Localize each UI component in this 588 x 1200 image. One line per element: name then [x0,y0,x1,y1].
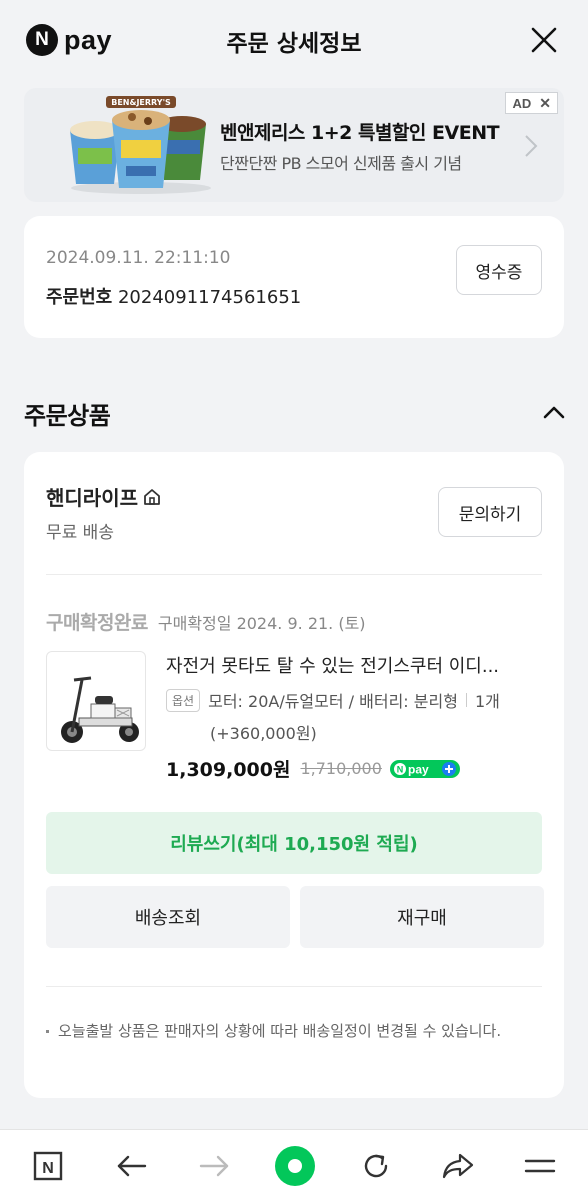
seller-name-text: 핸디라이프 [46,486,138,510]
track-delivery-button[interactable]: 배송조회 [46,886,290,948]
section-title: 주문상품 [24,402,111,430]
shipping-notice: 오늘출발 상품은 판매자의 상황에 따라 배송일정이 변경될 수 있습니다. [46,1017,542,1045]
receipt-button[interactable]: 영수증 [456,245,542,295]
option-text: 모터: 20A/듀얼모터 / 배터리: 분리형 [208,692,458,711]
share-icon[interactable] [438,1146,478,1186]
write-review-button[interactable]: 리뷰쓰기(최대 10,150원 적립) [46,812,542,874]
svg-text:N: N [397,764,404,774]
top-header: N pay 주문 상세정보 [0,0,588,80]
order-number-value: 2024091174561651 [117,287,302,308]
ad-banner[interactable]: BEN&JERRY'S 벤앤제리스 1+2 특별할인 EVENT 단짠단짠 PB… [24,88,564,202]
home-icon [144,488,160,505]
order-datetime: 2024.09.11. 22:11:10 [46,248,231,268]
status-date: 구매확정일 2024. 9. 21. (토) [157,614,366,633]
svg-text:BEN&JERRY'S: BEN&JERRY'S [111,98,171,107]
product-thumbnail[interactable] [46,651,146,751]
green-home-dot-icon[interactable] [274,1145,316,1187]
order-number: 주문번호 2024091174561651 [46,283,301,309]
option-badge: 옵션 [166,688,201,712]
seller-name[interactable]: 핸디라이프 [46,482,162,511]
rebuy-button[interactable]: 재구매 [300,886,544,948]
chevron-right-icon [525,135,538,157]
product-option: 옵션 모터: 20A/듀얼모터 / 배터리: 분리형 1개 [166,688,546,712]
menu-icon[interactable] [520,1146,560,1186]
order-number-label: 주문번호 [46,287,113,308]
product-price: 1,309,000원 [166,759,291,781]
npay-plus-icon: N pay [389,759,460,778]
ad-title: 벤앤제리스 1+2 특별할인 EVENT [220,122,500,144]
ad-close-icon[interactable]: ✕ [539,95,551,112]
ad-badge-label: AD [512,95,532,111]
divider [46,986,542,987]
forward-arrow-icon[interactable] [194,1146,234,1186]
svg-text:pay: pay [408,762,429,776]
inquiry-button[interactable]: 문의하기 [438,487,542,537]
purchase-status: 구매확정완료 구매확정일 2024. 9. 21. (토) [46,608,366,635]
product-name[interactable]: 자전거 못타도 탈 수 있는 전기스쿠터 이디... [166,652,546,678]
ice-cream-cups-image: BEN&JERRY'S [70,96,211,194]
option-extra-price: (+360,000원) [210,724,317,743]
price-row: 1,309,000원 1,710,000 N pay [166,755,460,782]
original-price: 1,710,000 [300,759,382,778]
close-icon[interactable] [530,26,558,54]
chevron-up-icon[interactable] [542,403,566,421]
naver-home-letter: N [42,1160,54,1177]
ad-badge[interactable]: AD ✕ [505,92,558,114]
page-title: 주문 상세정보 [226,31,362,57]
ad-subtitle: 단짠단짠 PB 스모어 신제품 출시 기념 [220,154,462,173]
refresh-icon[interactable] [356,1146,396,1186]
option-quantity: 1개 [474,692,500,711]
order-info-card: 2024.09.11. 22:11:10 주문번호 20240911745616… [24,216,564,338]
order-items-card: 핸디라이프 무료 배송 문의하기 구매확정완료 구매확정일 2024. 9. 2… [24,452,564,1098]
back-arrow-icon[interactable] [112,1146,152,1186]
shipping-info: 무료 배송 [46,523,114,543]
scooter-image [61,676,139,743]
naver-home-icon[interactable]: N [28,1146,68,1186]
divider [46,574,542,575]
status-label: 구매확정완료 [46,612,148,634]
bottom-navigation-bar: N [0,1129,588,1200]
option-separator [465,693,467,707]
